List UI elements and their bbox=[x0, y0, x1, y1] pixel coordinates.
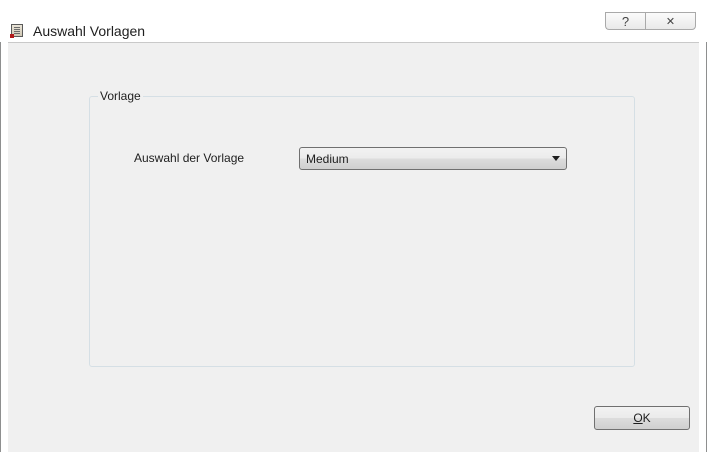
template-groupbox: Vorlage Auswahl der Vorlage Medium bbox=[89, 88, 635, 367]
caption-buttons: ? ✕ bbox=[605, 12, 696, 30]
title-bar[interactable]: Auswahl Vorlagen ? ✕ bbox=[0, 0, 707, 42]
close-icon: ✕ bbox=[665, 15, 676, 28]
groupbox-legend: Vorlage bbox=[98, 88, 143, 104]
help-icon: ? bbox=[621, 13, 630, 29]
document-icon bbox=[10, 24, 23, 38]
ok-button[interactable]: OK bbox=[594, 406, 690, 430]
dropdown-arrow-icon[interactable] bbox=[552, 156, 560, 161]
template-select[interactable]: Medium bbox=[299, 147, 567, 170]
help-button[interactable]: ? bbox=[605, 12, 645, 30]
template-select-value: Medium bbox=[306, 152, 349, 166]
ok-button-mnemonic: O bbox=[633, 411, 643, 425]
dialog-window: Auswahl Vorlagen ? ✕ Vorlage Auswahl der… bbox=[0, 0, 707, 452]
dialog-client-area: Vorlage Auswahl der Vorlage Medium OK bbox=[8, 42, 699, 452]
template-select-label: Auswahl der Vorlage bbox=[134, 151, 245, 165]
close-button[interactable]: ✕ bbox=[645, 12, 696, 30]
window-title: Auswahl Vorlagen bbox=[33, 23, 146, 39]
window-frame-left bbox=[0, 42, 1, 452]
ok-button-label: K bbox=[642, 411, 651, 425]
